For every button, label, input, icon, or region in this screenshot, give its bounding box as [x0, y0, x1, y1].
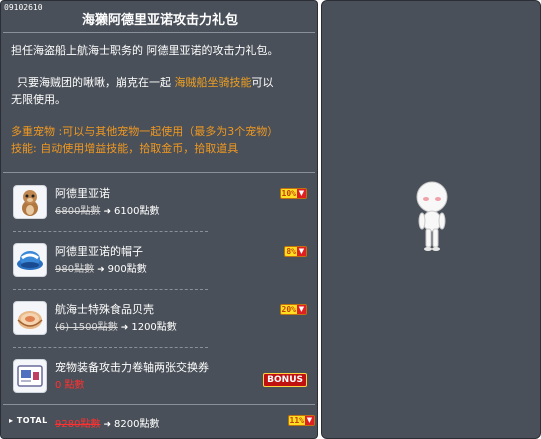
item-name: 宠物装备攻击力卷轴两张交换券 — [55, 361, 209, 374]
item-divider — [13, 347, 208, 348]
list-item[interactable]: 阿德里亚诺的帽子 980點數 ➜ 900點數 8% ▼ — [11, 241, 311, 285]
discount-badge: 8% ▼ — [284, 246, 307, 257]
down-arrow-icon: ▼ — [297, 305, 306, 314]
character-preview-panel — [321, 0, 541, 439]
discount-badge: 10% ▼ — [279, 188, 307, 199]
item-name: 阿德里亚诺 — [55, 187, 110, 200]
item-price: 0 點數 — [55, 380, 85, 391]
item-price: 980點數 ➜ 900點數 — [55, 264, 147, 275]
multi-pet-text: 多重宠物 :可以与其他宠物一起使用（最多为3个宠物） — [11, 125, 279, 138]
description-line2: 只要海贼团的啾啾，崩克在一起 海贼船坐骑技能可以 — [17, 76, 274, 89]
item-detail-panel: 09102610 海獭阿德里亚诺攻击力礼包 担任海盗船上航海士职务的 阿德里亚诺… — [0, 0, 318, 439]
item-price: 6800點數 ➜ 6100點數 — [55, 206, 160, 217]
list-item[interactable]: 航海士特殊食品贝壳 (6) 1500點數 ➜ 1200點數 20% ▼ — [11, 299, 311, 343]
item-divider — [13, 231, 208, 232]
section-divider — [3, 172, 315, 173]
down-arrow-icon: ▼ — [297, 247, 306, 256]
list-item[interactable]: 阿德里亚诺 6800點數 ➜ 6100點數 10% ▼ — [11, 183, 311, 227]
package-title: 海獭阿德里亚诺攻击力礼包 — [81, 13, 238, 28]
total-price: 9280點數 ➜ 8200點數 — [55, 419, 160, 430]
list-item[interactable]: 宠物装备攻击力卷轴两张交换券 0 點數 BONUS — [11, 357, 311, 401]
item-name: 阿德里亚诺的帽子 — [55, 245, 143, 258]
item-divider — [13, 289, 208, 290]
title-divider — [3, 32, 315, 33]
total-row: ▸ TOTAL 9280點數 ➜ 8200點數 11% ▼ — [1, 405, 319, 435]
otter-pet-icon — [13, 185, 47, 219]
item-name: 航海士特殊食品贝壳 — [55, 303, 154, 316]
character-avatar — [412, 181, 452, 256]
down-arrow-icon: ▼ — [305, 416, 314, 425]
total-discount-badge: 11% ▼ — [287, 415, 315, 426]
skill-text: 技能: 自动使用增益技能，拾取金币，拾取道具 — [11, 142, 239, 155]
down-arrow-icon: ▼ — [297, 189, 306, 198]
bonus-badge: BONUS — [263, 373, 307, 387]
hat-icon — [13, 243, 47, 277]
item-price: (6) 1500點數 ➜ 1200點數 — [55, 322, 177, 333]
scroll-coupon-icon — [13, 359, 47, 393]
mount-skill-link: 海贼船坐骑技能 — [174, 76, 252, 89]
total-label: ▸ TOTAL — [9, 416, 48, 425]
discount-badge: 20% ▼ — [279, 304, 307, 315]
description-line1: 担任海盗船上航海士职务的 阿德里亚诺的攻击力礼包。 — [11, 44, 279, 57]
shell-food-icon — [13, 301, 47, 335]
description-line3: 无限使用。 — [11, 93, 66, 106]
